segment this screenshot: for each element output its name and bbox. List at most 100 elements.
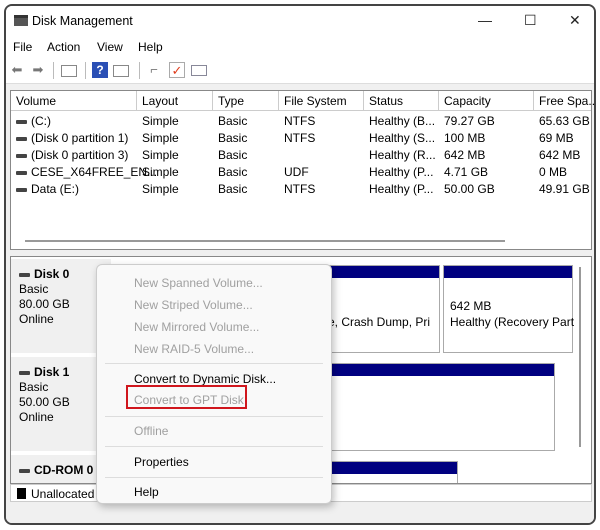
close-button[interactable]: ✕ (569, 12, 581, 29)
table-row[interactable]: CESE_X64FREE_EN... Simple Basic UDF Healthy … (11, 164, 591, 181)
cell-text: Data (E:) (31, 182, 80, 196)
table-row[interactable]: (Disk 0 partition 1) Simple Basic NTFS Healt… (11, 130, 591, 147)
menu-properties[interactable]: Properties (134, 455, 189, 469)
table-cell: 49.91 GB (534, 182, 590, 196)
table-cell: Basic (213, 182, 247, 196)
check-icon[interactable]: ✓ (169, 62, 185, 78)
menu-new-raid5-volume[interactable]: New RAID-5 Volume... (134, 342, 254, 356)
table-cell: 65.63 GB (534, 114, 590, 128)
cell-text: Simple (142, 131, 179, 145)
cell-text: 69 MB (539, 131, 574, 145)
table-row[interactable]: (Disk 0 partition 3) Simple Basic Healthy (… (11, 147, 591, 164)
table-cell: Simple (137, 131, 179, 145)
cell-text: Healthy (P... (369, 165, 434, 179)
table-cell: NTFS (279, 182, 315, 196)
table-cell: (Disk 0 partition 1) (11, 131, 128, 145)
table-cell: Basic (213, 114, 247, 128)
table-row[interactable]: Data (E:) Simple Basic NTFS Healthy (P... 50.… (11, 181, 591, 198)
cell-text: Healthy (S... (369, 131, 436, 145)
horizontal-scrollbar[interactable] (25, 240, 505, 242)
table-cell: Healthy (S... (364, 131, 435, 145)
table-cell: Data (E:) (11, 182, 79, 196)
disk-name: Disk 0 (34, 267, 70, 281)
disk-size: 50.00 GB (19, 395, 70, 409)
rescan-icon[interactable]: ⌐ (146, 62, 162, 78)
table-cell: Simple (137, 114, 179, 128)
column-free-space[interactable]: Free Spa... (534, 91, 594, 111)
menu-separator (105, 446, 323, 447)
show-pane-icon[interactable] (113, 65, 129, 77)
forward-arrow-icon[interactable]: ➡ (30, 62, 46, 78)
table-cell: Healthy (B... (364, 114, 435, 128)
menu-convert-to-dynamic-disk[interactable]: Convert to Dynamic Disk... (134, 372, 276, 386)
properties-icon[interactable] (191, 65, 207, 76)
menu-convert-to-gpt-disk[interactable]: Convert to GPT Disk (134, 393, 244, 407)
cell-text: 642 MB (444, 148, 486, 162)
legend-unallocated: Unallocated (31, 487, 95, 501)
cdrom-icon (19, 468, 30, 473)
toolbar-separator (85, 62, 86, 79)
table-cell: Healthy (R... (364, 148, 436, 162)
cell-text: (Disk 0 partition 3) (31, 148, 129, 162)
menu-file[interactable]: File (13, 40, 32, 54)
drive-icon (19, 272, 30, 277)
toolbar-separator (53, 62, 54, 79)
column-capacity[interactable]: Capacity (439, 91, 534, 111)
column-status[interactable]: Status (364, 91, 439, 111)
console-tree-icon[interactable] (61, 65, 77, 77)
partition-size: 642 MB (450, 299, 492, 313)
menu-offline[interactable]: Offline (134, 424, 168, 438)
column-type[interactable]: Type (213, 91, 279, 111)
menu-new-mirrored-volume[interactable]: New Mirrored Volume... (134, 320, 259, 334)
title-bar: Disk Management — ☐ ✕ (6, 6, 594, 36)
toolbar-separator (139, 62, 140, 79)
table-cell: 79.27 GB (439, 114, 495, 128)
column-layout[interactable]: Layout (137, 91, 213, 111)
table-cell: Healthy (P... (364, 165, 433, 179)
table-cell: Simple (137, 165, 179, 179)
cell-text: Simple (142, 114, 179, 128)
menu-help[interactable]: Help (134, 485, 159, 499)
menu-new-spanned-volume[interactable]: New Spanned Volume... (134, 276, 263, 290)
table-cell: Basic (213, 165, 247, 179)
menu-help[interactable]: Help (138, 40, 163, 54)
cell-text: 50.00 GB (444, 182, 495, 196)
partition-status: e, Crash Dump, Pri (328, 315, 431, 329)
back-arrow-icon[interactable]: ⬅ (9, 62, 25, 78)
cell-text: 4.71 GB (444, 165, 489, 179)
table-cell: (C:) (11, 114, 51, 128)
menu-action[interactable]: Action (47, 40, 80, 54)
cell-text: NTFS (284, 131, 316, 145)
cell-text: (C:) (31, 114, 51, 128)
disk-0-partition-3[interactable]: 642 MB Healthy (Recovery Part (443, 265, 574, 353)
app-icon (14, 15, 28, 26)
table-cell: 0 MB (534, 165, 567, 179)
menu-view[interactable]: View (97, 40, 123, 54)
table-cell: UDF (279, 165, 309, 179)
maximize-button[interactable]: ☐ (524, 12, 537, 29)
help-icon[interactable]: ? (92, 62, 108, 78)
volume-list[interactable]: Volume Layout Type File System Status Ca… (10, 90, 594, 250)
table-cell: Simple (137, 182, 179, 196)
drive-icon (16, 136, 27, 141)
toolbar: ⬅ ➡ ? ⌐ ✓ (6, 58, 594, 84)
menu-new-striped-volume[interactable]: New Striped Volume... (134, 298, 253, 312)
table-cell: NTFS (279, 114, 315, 128)
minimize-button[interactable]: — (478, 12, 492, 28)
table-cell: 4.71 GB (439, 165, 488, 179)
cell-text: NTFS (284, 114, 316, 128)
table-row[interactable]: (C:) Simple Basic NTFS Healthy (B... 79.27 GB… (11, 113, 591, 130)
table-cell: 100 MB (439, 131, 485, 145)
table-cell: 642 MB (534, 148, 580, 162)
column-volume[interactable]: Volume (11, 91, 137, 111)
cell-text: 65.63 GB (539, 114, 590, 128)
cell-text: Simple (142, 165, 179, 179)
column-file-system[interactable]: File System (279, 91, 364, 111)
disk-state: Online (19, 410, 54, 424)
vertical-scrollbar[interactable] (579, 267, 581, 447)
cell-text: Healthy (P... (369, 182, 434, 196)
cell-text: 0 MB (539, 165, 568, 179)
table-cell: 50.00 GB (439, 182, 495, 196)
unallocated-swatch (17, 488, 26, 499)
cell-text: 100 MB (444, 131, 486, 145)
